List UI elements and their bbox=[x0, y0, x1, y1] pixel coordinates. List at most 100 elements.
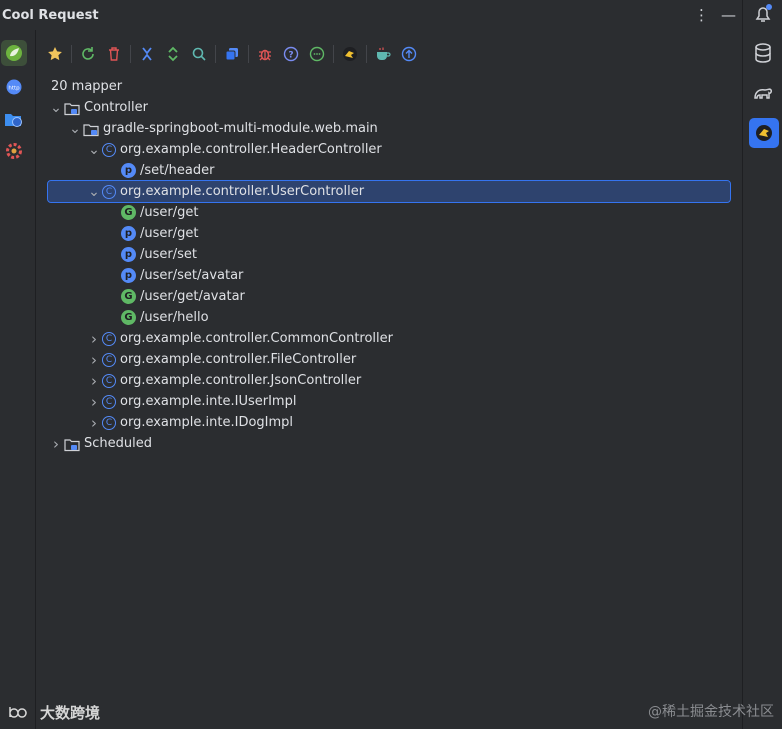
get-method-icon: G bbox=[121, 289, 136, 304]
upgrade-button[interactable] bbox=[396, 41, 422, 67]
endpoint-row[interactable]: G/user/hello bbox=[40, 307, 734, 328]
chevron-down-icon[interactable]: ⌄ bbox=[67, 122, 83, 136]
tree-node-label: org.example.inte.IDogImpl bbox=[120, 415, 294, 430]
folder-icon bbox=[64, 437, 80, 451]
expand-all-button[interactable] bbox=[160, 41, 186, 67]
tree-node-label: /user/get bbox=[140, 226, 199, 241]
spring-tool-button[interactable] bbox=[1, 40, 27, 66]
chevron-right-icon[interactable]: › bbox=[86, 414, 102, 432]
chevron-right-icon[interactable]: › bbox=[86, 393, 102, 411]
mapping-tree: 20 mapper ⌄ Controller ⌄ gradle-springboot-… bbox=[40, 76, 734, 729]
right-tool-strip bbox=[742, 0, 782, 729]
cool-request-bird-icon bbox=[756, 125, 772, 141]
chat-icon bbox=[309, 46, 325, 62]
endpoint-row[interactable]: G/user/get bbox=[40, 202, 734, 223]
delete-button[interactable] bbox=[101, 41, 127, 67]
tree-node-label: gradle-springboot-multi-module.web.main bbox=[103, 121, 378, 136]
left-tool-strip: http bbox=[0, 30, 36, 729]
http-globe-icon: http bbox=[6, 79, 22, 95]
chevron-right-icon[interactable]: › bbox=[86, 372, 102, 390]
endpoint-row[interactable]: p/set/header bbox=[40, 160, 734, 181]
chat-button[interactable] bbox=[304, 41, 330, 67]
controller-row[interactable]: › Corg.example.controller.FileController bbox=[40, 349, 734, 370]
cool-request-toolbar-button[interactable] bbox=[337, 41, 363, 67]
watermark-logo-icon bbox=[9, 706, 27, 718]
chevron-down-icon[interactable]: ⌄ bbox=[48, 101, 64, 115]
tree-node-row[interactable]: ⌄ Controller bbox=[40, 97, 734, 118]
class-icon: C bbox=[102, 352, 116, 367]
controller-row[interactable]: › Corg.example.inte.IDogImpl bbox=[40, 412, 734, 433]
controller-row[interactable]: › Corg.example.controller.CommonControlle… bbox=[40, 328, 734, 349]
coffee-button[interactable] bbox=[370, 41, 396, 67]
trash-icon bbox=[109, 47, 119, 61]
title-actions: ⋮ — bbox=[694, 6, 736, 24]
tree-node-label: /user/get bbox=[140, 205, 199, 220]
search-button[interactable] bbox=[186, 41, 212, 67]
post-method-icon: p bbox=[121, 247, 136, 262]
toolbar-separator bbox=[333, 45, 334, 63]
controller-row[interactable]: ⌄ Corg.example.controller.HeaderControlle… bbox=[40, 139, 734, 160]
post-method-icon: p bbox=[121, 163, 136, 178]
get-method-icon: G bbox=[121, 310, 136, 325]
chevron-down-icon[interactable]: ⌄ bbox=[86, 143, 102, 157]
module-icon bbox=[83, 122, 99, 136]
http-tool-button[interactable]: http bbox=[3, 76, 25, 98]
minimize-icon[interactable]: — bbox=[721, 6, 736, 24]
endpoint-row[interactable]: p/user/get bbox=[40, 223, 734, 244]
gradle-elephant-icon bbox=[754, 88, 772, 99]
gradle-button[interactable] bbox=[752, 82, 774, 104]
chevron-right-icon[interactable]: › bbox=[86, 330, 102, 348]
toolbar-separator bbox=[248, 45, 249, 63]
copy-button[interactable] bbox=[219, 41, 245, 67]
notifications-button[interactable] bbox=[752, 3, 774, 25]
tree-node-label: /user/set bbox=[140, 247, 197, 262]
favorite-button[interactable] bbox=[42, 41, 68, 67]
tree-node-row[interactable]: › Scheduled bbox=[40, 433, 734, 454]
controller-row[interactable]: › Corg.example.inte.IUserImpl bbox=[40, 391, 734, 412]
database-icon bbox=[755, 43, 771, 63]
class-icon: C bbox=[102, 142, 116, 157]
tree-node-label: org.example.controller.HeaderController bbox=[120, 142, 382, 157]
bug-button[interactable] bbox=[252, 41, 278, 67]
database-button[interactable] bbox=[753, 42, 773, 64]
chevron-down-icon[interactable]: ⌄ bbox=[86, 185, 102, 199]
toolbar-separator bbox=[130, 45, 131, 63]
tree-node-label: /user/set/avatar bbox=[140, 268, 244, 283]
toolbar-separator bbox=[366, 45, 367, 63]
tree-node-label: /set/header bbox=[140, 163, 215, 178]
tree-node-label: Controller bbox=[84, 100, 148, 115]
copy-icon bbox=[225, 48, 238, 61]
star-icon bbox=[48, 47, 62, 61]
svg-text:?: ? bbox=[288, 51, 293, 61]
cool-request-button[interactable] bbox=[749, 118, 779, 148]
expand-icon bbox=[168, 46, 178, 62]
refresh-button[interactable] bbox=[75, 41, 101, 67]
toolbar-separator bbox=[71, 45, 72, 63]
arrow-up-circle-icon bbox=[401, 46, 417, 62]
collapse-all-button[interactable] bbox=[134, 41, 160, 67]
tree-node-label: org.example.controller.CommonController bbox=[120, 331, 393, 346]
window-title: Cool Request bbox=[2, 7, 99, 23]
controller-row[interactable]: ⌄ Corg.example.controller.UserController bbox=[47, 180, 731, 203]
gear-icon bbox=[6, 143, 22, 159]
folder-icon bbox=[64, 101, 80, 115]
endpoint-row[interactable]: p/user/set/avatar bbox=[40, 265, 734, 286]
tree-node-label: org.example.controller.FileController bbox=[120, 352, 357, 367]
chevron-right-icon[interactable]: › bbox=[86, 351, 102, 369]
tree-node-label: /user/hello bbox=[140, 310, 209, 325]
tree-node-row[interactable]: ⌄ gradle-springboot-multi-module.web.main bbox=[40, 118, 734, 139]
more-options-icon[interactable]: ⋮ bbox=[694, 6, 709, 24]
chevron-right-icon[interactable]: › bbox=[48, 435, 64, 453]
tree-summary: 20 mapper bbox=[40, 76, 734, 97]
controller-row[interactable]: › Corg.example.controller.JsonController bbox=[40, 370, 734, 391]
bird-icon bbox=[343, 47, 357, 61]
folder-globe-icon bbox=[5, 114, 22, 127]
web-folder-tool-button[interactable] bbox=[3, 108, 25, 130]
toolbar: ? bbox=[36, 39, 742, 69]
collapse-icon bbox=[142, 47, 152, 61]
endpoint-row[interactable]: p/user/set bbox=[40, 244, 734, 265]
endpoint-row[interactable]: G/user/get/avatar bbox=[40, 286, 734, 307]
help-button[interactable]: ? bbox=[278, 41, 304, 67]
watermark-left: 大数跨境 bbox=[8, 702, 100, 723]
settings-tool-button[interactable] bbox=[3, 140, 25, 162]
